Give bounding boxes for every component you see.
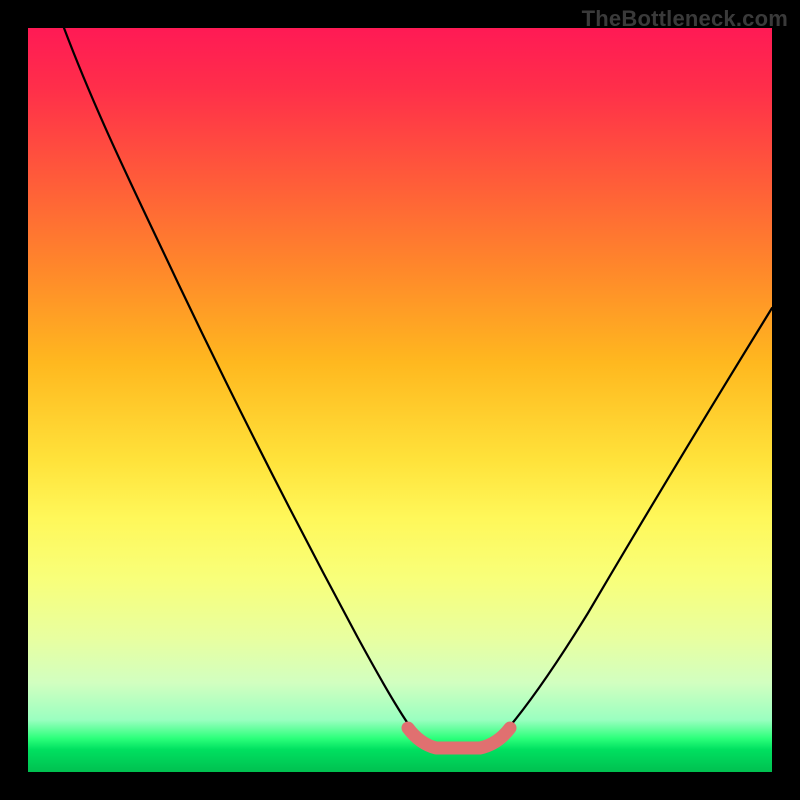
chart-frame: TheBottleneck.com [0, 0, 800, 800]
bottom-accent-curve [408, 728, 510, 748]
right-branch-curve [498, 308, 772, 740]
curve-layer [28, 28, 772, 772]
plot-area [28, 28, 772, 772]
left-branch-curve [64, 28, 420, 740]
